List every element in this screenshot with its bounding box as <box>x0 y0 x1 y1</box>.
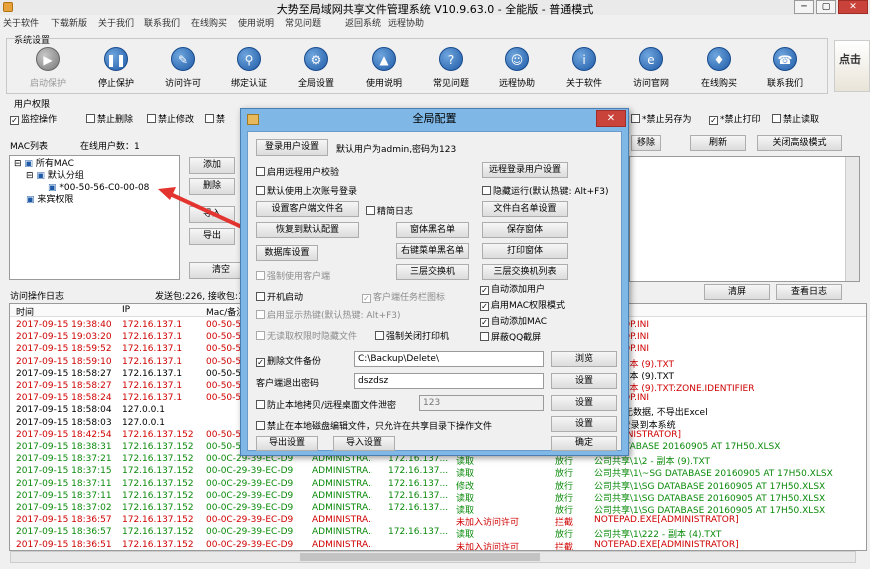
save-window-button[interactable]: 保存窗体 <box>482 222 568 238</box>
client-tray-icon-checkbox[interactable]: ✓ 客户端任务栏图标 <box>362 290 445 303</box>
delete-backup-checkbox[interactable]: ✓ 删除文件备份 <box>256 354 321 367</box>
auto-add-mac-checkbox[interactable]: ✓ 自动添加MAC <box>480 314 547 327</box>
force-close-printer-checkbox[interactable]: 强制关闭打印机 <box>375 329 449 342</box>
checkmark-icon: ✓ <box>480 318 489 327</box>
restore-default-button[interactable]: 恢复到默认配置 <box>256 222 359 238</box>
checkmark-icon: ✓ <box>480 286 489 295</box>
auto-add-user-checkbox[interactable]: ✓ 自动添加用户 <box>480 282 545 295</box>
block-qq-screenshot-checkbox[interactable]: 屏蔽QQ截屏 <box>480 330 541 343</box>
exit-password-label: 客户端退出密码 <box>256 379 320 389</box>
checkmark-icon: ✓ <box>256 358 265 367</box>
ok-button[interactable]: 确定 <box>551 436 617 451</box>
dialog-title: 全局配置 <box>412 112 457 125</box>
forbid-local-edit-checkbox[interactable]: 禁止在本地磁盘编辑文件，只允许在共享目录下操作文件 <box>256 419 492 432</box>
precise-log-checkbox[interactable]: 精简日志 <box>366 204 413 217</box>
enable-remote-login-checkbox[interactable]: 启用远程用户校验 <box>256 165 339 178</box>
export-settings-button[interactable]: 导出设置 <box>256 436 318 451</box>
file-whitelist-button[interactable]: 文件白名单设置 <box>482 201 568 217</box>
layer3-switch-list-button[interactable]: 三层交换机列表 <box>482 264 568 280</box>
backup-path-input[interactable]: C:\Backup\Delete\ <box>354 351 544 367</box>
default-last-account-checkbox[interactable]: 默认使用上次账号登录 <box>256 184 357 197</box>
layer3-switch-button[interactable]: 三层交换机 <box>396 264 469 280</box>
client-filename-button[interactable]: 设置客户端文件名 <box>256 201 359 217</box>
dialog-close-button[interactable]: ✕ <box>596 110 626 127</box>
default-login-note: 默认用户为admin,密码为123 <box>336 145 457 155</box>
database-settings-button[interactable]: 数据库设置 <box>256 245 318 261</box>
browse-button[interactable]: 浏览 <box>551 351 617 367</box>
hotkey-display-checkbox[interactable]: 启用显示热键(默认热键: Alt+F3) <box>256 308 401 321</box>
forbid-local-edit-set-button[interactable]: 设置 <box>551 416 617 432</box>
right-menu-blacklist-button[interactable]: 右键菜单黑名单 <box>396 243 469 259</box>
window-blacklist-button[interactable]: 窗体黑名单 <box>396 222 469 238</box>
global-config-dialog: 全局配置 ✕ 登录用户设置 默认用户为admin,密码为123 启用远程用户校验… <box>240 108 629 456</box>
prevent-copy-set-button[interactable]: 设置 <box>551 395 617 411</box>
enable-mac-mode-checkbox[interactable]: ✓ 启用MAC权限模式 <box>480 298 565 311</box>
checkmark-icon: ✓ <box>480 302 489 311</box>
import-settings-button[interactable]: 导入设置 <box>333 436 395 451</box>
checkmark-icon: ✓ <box>362 294 371 303</box>
exit-password-set-button[interactable]: 设置 <box>551 373 617 389</box>
hide-run-checkbox[interactable]: 隐藏运行(默认热键: Alt+F3) <box>482 184 609 197</box>
force-client-checkbox[interactable]: 强制使用客户端 <box>256 269 330 282</box>
hide-no-perm-checkbox[interactable]: 无读取权限时隐藏文件 <box>256 329 357 342</box>
dialog-body: 登录用户设置 默认用户为admin,密码为123 启用远程用户校验 远程登录用户… <box>247 131 622 451</box>
prevent-copy-checkbox[interactable]: 防止本地拷贝/远程桌面文件泄密 <box>256 398 396 411</box>
login-user-settings-button[interactable]: 登录用户设置 <box>256 139 328 156</box>
boot-start-checkbox[interactable]: 开机启动 <box>256 290 303 303</box>
remote-login-settings-button[interactable]: 远程登录用户设置 <box>482 162 568 178</box>
print-window-button[interactable]: 打印窗体 <box>482 243 568 259</box>
exit-password-input[interactable]: dszdsz <box>354 373 544 389</box>
prevent-copy-input[interactable]: 123 <box>419 395 544 411</box>
